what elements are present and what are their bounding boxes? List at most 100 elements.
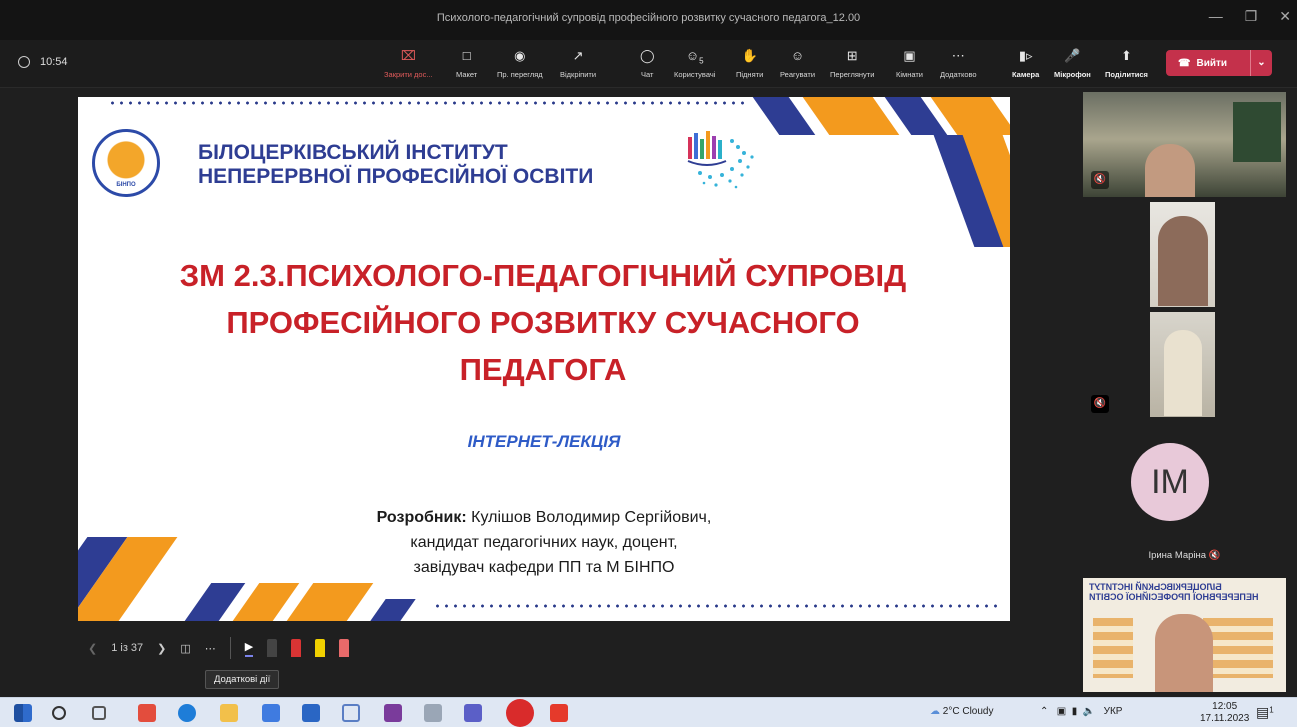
microphone-icon: 🎤 [1064, 48, 1081, 63]
institute-name: БІЛОЦЕРКІВСЬКИЙ ІНСТИТУТ НЕПЕРЕРВНОЇ ПРО… [198, 141, 594, 188]
red-pen-icon[interactable] [291, 639, 302, 657]
pointer-icon[interactable]: ▶ [244, 640, 254, 657]
shared-slide: БІНПО БІЛОЦЕРКІВСЬКИЙ ІНСТИТУТ НЕПЕРЕРВН… [78, 97, 1010, 621]
search-icon[interactable] [52, 706, 66, 720]
mic-muted-icon: 🔇 [1091, 171, 1109, 189]
onenote-icon[interactable] [384, 704, 402, 722]
grid-icon: ⊞ [846, 48, 858, 63]
participant-video-3[interactable] [1150, 312, 1215, 417]
share-button[interactable]: ⬆ Поділитися [1105, 48, 1148, 79]
rooms-icon: ▣ [903, 48, 916, 63]
edge-browser-icon[interactable] [178, 704, 196, 722]
eraser-icon[interactable] [339, 639, 350, 657]
rooms-button[interactable]: ▣ Кімнати [896, 48, 923, 79]
volume-icon[interactable]: 🔈 [1083, 706, 1095, 717]
slide-title: ЗМ 2.3.ПСИХОЛОГО-ПЕДАГОГІЧНИЙ СУПРОВІД П… [179, 258, 907, 387]
stripe-decoration [286, 583, 374, 621]
window-controls: — ❐ ✕ [1209, 8, 1291, 25]
more-button[interactable]: ⋯ Додатково [940, 48, 977, 79]
windows-start-icon[interactable] [14, 704, 32, 722]
participant-figure [1145, 144, 1195, 197]
network-icon[interactable]: ▣ [1057, 706, 1066, 717]
layout-icon: □ [462, 48, 471, 63]
slide-author: Розробник: Кулішов Володимир Сергійович,… [376, 509, 712, 576]
more-actions-tooltip: Додаткові дії [205, 670, 280, 689]
pdf-reader-icon[interactable] [550, 704, 568, 722]
stripe-decoration [370, 599, 416, 621]
stripe-decoration [802, 97, 900, 135]
close-icon[interactable]: ✕ [1279, 8, 1291, 25]
participant-figure [1155, 614, 1213, 692]
pop-out-icon: ↗ [572, 48, 584, 63]
window-title: Психолого-педагогічний супровід професій… [436, 12, 861, 24]
stop-share-icon: ⌧ [400, 48, 416, 63]
presenter-controls: ❮ 1 із 37 ❯ ◫ ⋯ ▶ [88, 636, 350, 660]
window-titlebar: Психолого-педагогічний супровід професій… [0, 0, 1297, 40]
file-explorer-icon[interactable] [220, 704, 238, 722]
app-icon[interactable] [138, 704, 156, 722]
weather-widget[interactable]: ☁ 2°C Cloudy [930, 706, 993, 717]
notification-count: 1 [1269, 705, 1274, 715]
chevron-up-icon[interactable]: ⌃ [1040, 706, 1048, 717]
teams-icon[interactable] [464, 704, 482, 722]
save-icon[interactable] [302, 704, 320, 722]
participant-figure [1158, 216, 1208, 306]
next-slide-icon[interactable]: ❯ [157, 642, 166, 655]
participant-avatar[interactable]: ІМ [1131, 443, 1209, 521]
more-actions-icon[interactable]: ⋯ [205, 642, 216, 655]
task-view-icon[interactable] [92, 706, 106, 720]
institute-logo: БІНПО [92, 129, 160, 197]
chevron-down-icon[interactable]: ⌄ [1250, 50, 1272, 76]
language-indicator[interactable]: УКР [1104, 706, 1123, 717]
slide-subtitle: ІНТЕРНЕТ-ЛЕКЦІЯ [467, 432, 621, 451]
cloud-icon: ☁ [930, 706, 940, 717]
minimize-icon[interactable]: — [1209, 8, 1223, 25]
stop-sharing-button[interactable]: ⌧ Закрити дос... [384, 48, 433, 79]
chat-button[interactable]: ◯ Чат [640, 48, 655, 79]
pop-out-button[interactable]: ↗ Відкріпити [560, 48, 596, 79]
participant-name: Ірина Маріна 🔇 [1148, 550, 1221, 561]
react-button[interactable]: ☺ Реагувати [780, 48, 815, 79]
notepad-icon[interactable] [424, 704, 442, 722]
active-app-icon[interactable] [506, 699, 534, 727]
participant-video-1[interactable]: 🔇 [1083, 92, 1286, 197]
clock[interactable]: 12:05 17.11.2023 [1200, 701, 1249, 725]
camera-icon: ▮▹ [1018, 48, 1033, 63]
media-player-icon[interactable] [342, 704, 360, 722]
logo-text: БІНПО [116, 182, 136, 188]
camera-button[interactable]: ▮▹ Камера [1012, 48, 1039, 79]
windows-taskbar: ☁ 2°C Cloudy ⌃ ▣ ▮ 🔈 УКР 12:05 17.11.202… [0, 697, 1297, 727]
mic-muted-icon: 🔇 [1091, 395, 1109, 413]
notification-center-icon[interactable]: ▤1 [1256, 704, 1274, 721]
self-video-preview[interactable]: БІЛОЦЕРКІВСЬКИЙ ІНСТИТУТ НЕПЕРЕРВНОЇ ПРО… [1083, 578, 1286, 692]
highlighter-icon[interactable] [315, 639, 326, 657]
mic-muted-icon: 🔇 [1208, 550, 1221, 561]
slide-grid-icon[interactable]: ◫ [180, 642, 190, 655]
view-button[interactable]: ⊞ Переглянути [830, 48, 874, 79]
eye-icon: ◉ [514, 48, 526, 63]
battery-icon[interactable]: ▮ [1072, 706, 1078, 717]
people-button[interactable]: ☺5 Користувачі [674, 48, 715, 79]
layout-button[interactable]: □ Макет [456, 48, 477, 79]
phone-hangup-icon: ☎ [1178, 57, 1191, 69]
page-indicator: 1 із 37 [111, 642, 144, 654]
participant-figure [1164, 330, 1202, 416]
smiley-icon: ☺ [790, 48, 805, 63]
system-tray[interactable]: ⌃ ▣ ▮ 🔈 УКР [1040, 706, 1122, 717]
mirrored-slide-lines [1203, 618, 1273, 678]
mail-icon[interactable] [262, 704, 280, 722]
book-emblem-icon [687, 131, 754, 189]
presenter-view-button[interactable]: ◉ Пр. перегляд [497, 48, 543, 79]
mic-button[interactable]: 🎤 Мікрофон [1054, 48, 1091, 79]
participant-video-2[interactable] [1150, 202, 1215, 307]
share-icon: ⬆ [1121, 48, 1132, 63]
raise-hand-button[interactable]: ✋ Підняти [736, 48, 763, 79]
call-timer: 10:54 [18, 56, 68, 68]
shield-icon [18, 56, 30, 68]
chalkboard-background [1233, 102, 1281, 162]
leave-button[interactable]: ☎ Вийти ⌄ [1166, 50, 1272, 76]
prev-slide-icon[interactable]: ❮ [88, 642, 97, 655]
mirrored-slide-header: БІЛОЦЕРКІВСЬКИЙ ІНСТИТУТ НЕПЕРЕРВНОЇ ПРО… [1089, 582, 1259, 602]
pen-tool-icon[interactable] [267, 639, 278, 657]
maximize-icon[interactable]: ❐ [1245, 8, 1258, 25]
